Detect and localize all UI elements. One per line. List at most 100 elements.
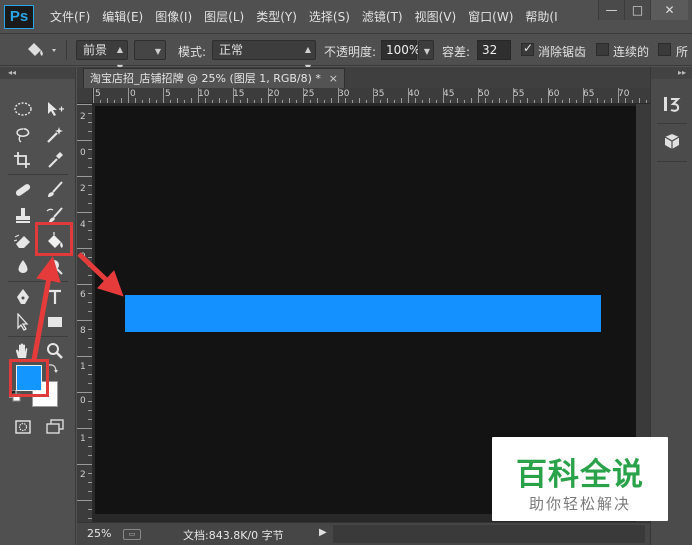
menu-file[interactable]: 文件(F): [46, 0, 98, 34]
path-selection-tool[interactable]: [10, 310, 36, 334]
ruler-tick: [88, 338, 92, 339]
menu-type[interactable]: 类型(Y): [252, 0, 305, 34]
move-tool[interactable]: [42, 97, 68, 121]
ruler-origin[interactable]: [77, 88, 93, 104]
paint-bucket-highlight: [35, 222, 73, 256]
contiguous-label: 连续的: [613, 45, 650, 59]
options-separator: [66, 40, 67, 60]
ruler-tick: [88, 365, 92, 366]
ruler-label: 6: [80, 290, 86, 300]
ruler-tick: [88, 437, 92, 438]
quick-mask-button[interactable]: [10, 415, 36, 439]
tool-preset-picker[interactable]: [22, 40, 58, 60]
dodge-tool[interactable]: [42, 255, 68, 279]
ruler-tick: [88, 131, 92, 132]
opacity-input[interactable]: 100%: [381, 40, 420, 60]
document-tab-bar: 淘宝店招_店铺招牌 @ 25% (图层 1, RGB/8) * ×: [77, 67, 650, 88]
menu-image[interactable]: 图像(I): [151, 0, 200, 34]
screen-mode-button[interactable]: [42, 415, 68, 439]
hand-icon: [16, 343, 28, 358]
history-panel-button[interactable]: [658, 91, 686, 117]
clone-stamp-tool[interactable]: [10, 204, 36, 228]
opacity-slider-toggle[interactable]: ▼: [418, 40, 434, 60]
document-tab[interactable]: 淘宝店招_店铺招牌 @ 25% (图层 1, RGB/8) * ×: [83, 68, 345, 88]
ruler-left[interactable]: 2 0 2 4 0 6 8 1 0 1 2: [77, 104, 93, 522]
ruler-label: 0: [80, 148, 86, 158]
ruler-tick: [569, 98, 570, 103]
tools-collapse-toggle[interactable]: ◂◂: [0, 67, 75, 79]
all-layers-checkbox[interactable]: [658, 43, 671, 56]
blend-mode-select[interactable]: 正常 ▲▼: [212, 40, 316, 72]
ruler-label: 65: [583, 89, 595, 99]
ruler-tick: [88, 509, 92, 510]
brush-tool[interactable]: [42, 178, 68, 202]
healing-brush-tool[interactable]: [10, 178, 36, 202]
type-tool[interactable]: [42, 285, 68, 309]
ruler-tick: [88, 221, 92, 222]
ruler-tick: [548, 88, 549, 103]
panel-collapse-toggle[interactable]: ▸▸: [651, 67, 692, 79]
pen-tool[interactable]: [10, 285, 36, 309]
horizontal-scrollbar[interactable]: [333, 525, 645, 543]
watermark-title: 百科全说: [516, 457, 644, 493]
ruler-label: 55: [513, 89, 525, 99]
magic-wand-tool[interactable]: [42, 123, 68, 147]
ruler-tick: [88, 482, 92, 483]
menu-select[interactable]: 选择(S): [305, 0, 358, 34]
ruler-top[interactable]: 5 0 5 10 15 20 25 30 35 40 45 50 55 60 6…: [93, 88, 650, 104]
ruler-tick: [77, 248, 92, 249]
ruler-tick: [88, 329, 92, 330]
ruler-tick: [184, 100, 185, 103]
rectangle-tool[interactable]: [42, 310, 68, 334]
contiguous-checkbox[interactable]: [596, 43, 609, 56]
crop-icon: [14, 152, 30, 168]
ruler-label: 8: [80, 326, 86, 336]
bandage-icon: [15, 184, 31, 196]
menu-window[interactable]: 窗口(W): [464, 0, 521, 34]
ruler-tick: [170, 100, 171, 103]
eyedropper-tool[interactable]: [42, 148, 68, 172]
ruler-tick: [373, 88, 374, 103]
pattern-picker[interactable]: ▼: [134, 40, 166, 60]
ruler-tick: [359, 98, 360, 103]
blur-tool[interactable]: [10, 255, 36, 279]
ruler-tick: [639, 98, 640, 103]
menu-layer[interactable]: 图层(L): [200, 0, 252, 34]
marquee-tool[interactable]: [10, 97, 36, 121]
menu-view[interactable]: 视图(V): [411, 0, 465, 34]
status-menu-arrow-icon[interactable]: ▶: [319, 527, 327, 538]
ruler-label: 30: [338, 89, 350, 99]
ruler-label: 2: [80, 184, 86, 194]
antialias-checkbox[interactable]: [521, 41, 534, 56]
properties-panel-button[interactable]: [658, 129, 686, 155]
tolerance-input[interactable]: 32: [477, 40, 511, 60]
document-info: 文档:843.8K/0 字节: [183, 529, 284, 542]
minimize-button[interactable]: —: [598, 0, 624, 20]
fill-source-select[interactable]: 前景 ▲▼: [76, 40, 128, 72]
close-tab-icon[interactable]: ×: [329, 69, 338, 88]
ruler-tick: [156, 100, 157, 103]
ruler-tick: [394, 100, 395, 103]
zoom-level[interactable]: 25%: [87, 527, 111, 540]
tools-divider: [8, 174, 68, 175]
stamp-icon: [16, 208, 30, 223]
ruler-label: 1: [80, 434, 86, 444]
ruler-tick: [415, 98, 416, 103]
ruler-tick: [429, 98, 430, 103]
maximize-button[interactable]: □: [624, 0, 650, 20]
lasso-tool[interactable]: [10, 123, 36, 147]
ruler-tick: [310, 100, 311, 103]
menu-filter[interactable]: 滤镜(T): [358, 0, 411, 34]
menu-edit[interactable]: 编辑(E): [98, 0, 151, 34]
chevron-down-icon: ▼: [423, 47, 430, 56]
eraser-tool[interactable]: [10, 229, 36, 253]
watermark-badge: 百科全说 助你轻松解决: [492, 437, 668, 521]
eraser-icon: [13, 234, 30, 248]
crop-tool[interactable]: [10, 148, 36, 172]
ruler-tick: [422, 100, 423, 103]
close-window-button[interactable]: ✕: [650, 0, 688, 20]
zoom-preview-icon[interactable]: ▭: [123, 529, 141, 540]
ruler-tick: [338, 88, 339, 103]
menu-help[interactable]: 帮助(I: [521, 0, 565, 34]
shop-banner-fill[interactable]: [125, 295, 601, 332]
